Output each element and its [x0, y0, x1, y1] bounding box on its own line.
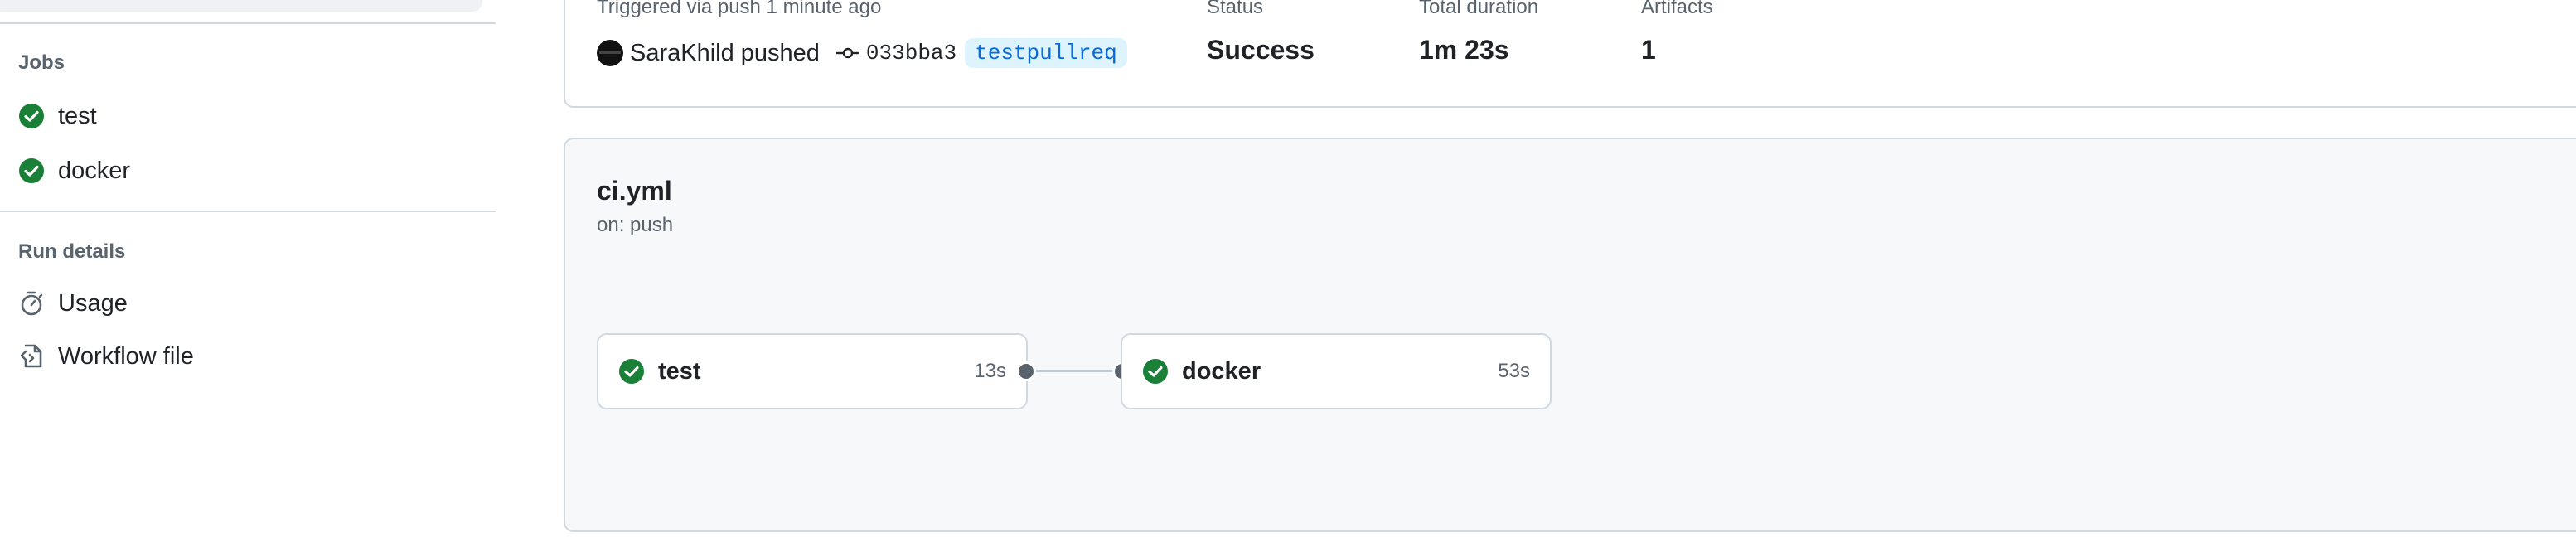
- sidebar-job-label: test: [58, 102, 97, 129]
- git-commit-icon: [835, 45, 859, 61]
- sidebar-job-test[interactable]: test: [18, 93, 97, 139]
- job-name: docker: [1182, 357, 1261, 385]
- workflow-trigger: on: push: [597, 214, 674, 236]
- file-code-icon: [18, 343, 45, 370]
- check-circle-icon: [618, 358, 645, 385]
- sidebar-divider: [0, 22, 496, 24]
- sidebar-item-label: Usage: [58, 289, 128, 317]
- connector-dot: [1016, 361, 1036, 381]
- status-label: Status: [1207, 0, 1264, 18]
- sidebar-job-label: docker: [58, 157, 131, 184]
- job-node-test[interactable]: test 13s: [597, 333, 1028, 409]
- sidebar-item-workflow-file[interactable]: Workflow file: [18, 333, 194, 380]
- push-action: pushed: [740, 39, 820, 66]
- job-connector-line: [1036, 370, 1119, 372]
- workflow-file-title[interactable]: ci.yml: [597, 176, 672, 206]
- commit-sha[interactable]: 033bba3: [866, 41, 956, 65]
- sidebar-item-usage[interactable]: Usage: [18, 280, 128, 327]
- stopwatch-icon: [18, 290, 45, 317]
- sidebar-job-docker[interactable]: docker: [18, 148, 130, 194]
- job-node-docker[interactable]: docker 53s: [1121, 333, 1552, 409]
- duration-label: Total duration: [1419, 0, 1539, 18]
- check-circle-icon: [18, 103, 45, 129]
- job-name: test: [658, 357, 701, 385]
- check-circle-icon: [18, 157, 45, 184]
- sidebar-item-label: Workflow file: [58, 342, 194, 370]
- sidebar-summary-item[interactable]: [0, 0, 482, 12]
- trigger-label: Triggered via push 1 minute ago: [597, 0, 882, 18]
- job-duration: 13s: [974, 360, 1006, 382]
- status-value: Success: [1207, 35, 1315, 65]
- duration-value: 1m 23s: [1419, 35, 1509, 65]
- branch-chip[interactable]: testpullreq: [965, 38, 1127, 68]
- check-circle-icon: [1142, 358, 1169, 385]
- actor-name[interactable]: SaraKhild: [630, 40, 734, 67]
- job-duration: 53s: [1498, 360, 1530, 382]
- sidebar-divider: [0, 211, 496, 212]
- run-details-section-title: Run details: [18, 240, 126, 263]
- avatar[interactable]: [597, 40, 623, 66]
- trigger-row: SaraKhild pushed 033bba3 testpullreq: [597, 38, 1127, 68]
- artifacts-value[interactable]: 1: [1641, 35, 1656, 65]
- jobs-section-title: Jobs: [18, 51, 65, 74]
- artifacts-label: Artifacts: [1641, 0, 1713, 18]
